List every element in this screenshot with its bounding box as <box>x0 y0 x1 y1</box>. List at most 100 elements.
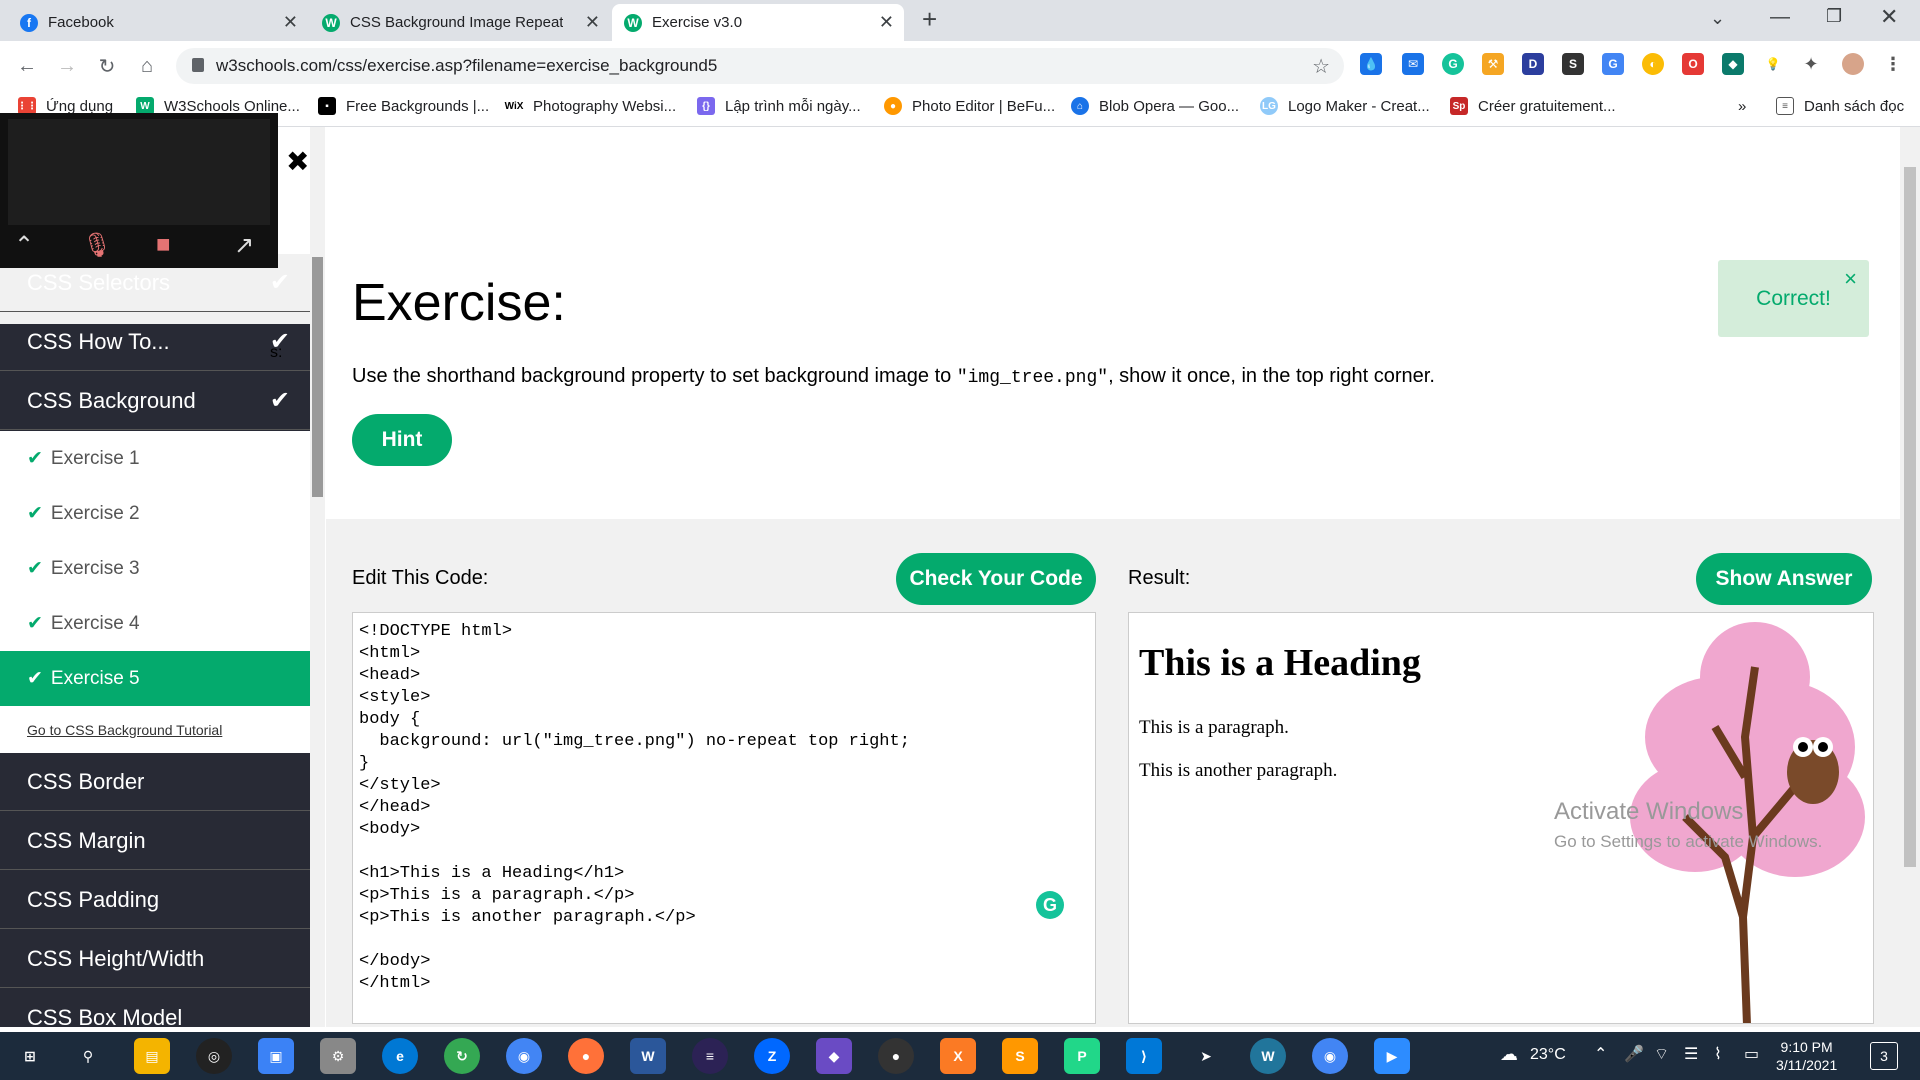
video-call-overlay[interactable]: ⌃ 🎙 ■ ↗ <box>0 113 278 268</box>
app-diamond-icon[interactable]: ◆ <box>816 1038 852 1074</box>
translate-icon[interactable]: G <box>1602 53 1624 75</box>
show-answer-button[interactable]: Show Answer <box>1696 553 1872 605</box>
github-icon[interactable]: ● <box>878 1038 914 1074</box>
vscode-icon[interactable]: ⟩ <box>1126 1038 1162 1074</box>
tab-facebook[interactable]: f Facebook ✕ <box>8 4 308 41</box>
extension-drop-icon[interactable]: 💧 <box>1360 53 1382 75</box>
grammarly-icon[interactable]: G <box>1036 891 1064 919</box>
extension-seek-icon[interactable]: S <box>1562 53 1584 75</box>
network-icon[interactable]: ⌔ <box>1654 1044 1669 1064</box>
bookmark-photo-editor[interactable]: ● Photo Editor | BeFu... <box>884 91 1055 121</box>
windows-start-icon[interactable]: ⊞ <box>12 1038 48 1074</box>
sidebar-item-css-border[interactable]: CSS Border <box>0 753 310 811</box>
cursor-app-icon[interactable]: ➤ <box>1188 1038 1224 1074</box>
new-tab-button[interactable]: + <box>922 4 937 35</box>
more-bookmarks-icon[interactable]: » <box>1738 91 1746 121</box>
chrome-profile-icon[interactable]: ◉ <box>1312 1038 1348 1074</box>
forward-icon[interactable]: → <box>52 51 82 81</box>
bookmark-blob-opera[interactable]: ⌂ Blob Opera — Goo... <box>1071 91 1239 121</box>
bookmark-free-backgrounds[interactable]: ▪ Free Backgrounds |... <box>318 91 489 121</box>
extension-tools-icon[interactable]: ⚒ <box>1482 53 1504 75</box>
bookmark-star-icon[interactable]: ☆ <box>1312 54 1330 79</box>
grammarly-icon[interactable]: G <box>1442 53 1464 75</box>
extension-green-icon[interactable]: ◆ <box>1722 53 1744 75</box>
search-icon[interactable]: ⚲ <box>70 1038 106 1074</box>
sidebar-scrollbar[interactable] <box>310 127 325 1027</box>
app-blue-icon[interactable]: ▣ <box>258 1038 294 1074</box>
page-scrollbar[interactable] <box>1900 127 1920 1027</box>
extension-bulb-icon[interactable]: 💡 <box>1762 53 1784 75</box>
microphone-icon[interactable]: 🎤 <box>1624 1044 1644 1064</box>
sidebar-item-css-height-width[interactable]: CSS Height/Width <box>0 930 310 988</box>
code-editor[interactable]: <!DOCTYPE html> <html> <head> <style> bo… <box>352 612 1096 1024</box>
camera-off-icon[interactable]: ■ <box>156 231 171 259</box>
close-window-icon[interactable]: ✕ <box>1880 4 1898 30</box>
close-tab-icon[interactable]: ✕ <box>585 12 600 33</box>
firefox-icon[interactable]: ● <box>568 1038 604 1074</box>
wifi-icon[interactable]: ⌇ <box>1714 1044 1722 1064</box>
scrollbar-thumb[interactable] <box>1904 167 1916 867</box>
keyboard-icon[interactable]: ☰ <box>1684 1044 1698 1064</box>
extension-d-icon[interactable]: D <box>1522 53 1544 75</box>
tutorial-link[interactable]: Go to CSS Background Tutorial <box>0 706 310 753</box>
xampp-icon[interactable]: X <box>940 1038 976 1074</box>
url-input[interactable]: w3schools.com/css/exercise.asp?filename=… <box>176 48 1344 84</box>
close-notification-icon[interactable]: × <box>1844 266 1857 292</box>
exercise-4-link[interactable]: ✔ Exercise 4 <box>0 596 310 651</box>
exercise-5-link[interactable]: ✔ Exercise 5 <box>0 651 310 706</box>
tab-search-icon[interactable]: ⌄ <box>1710 8 1725 29</box>
edge-icon[interactable]: e <box>382 1038 418 1074</box>
share-icon[interactable]: ↗ <box>234 231 254 260</box>
profile-avatar[interactable] <box>1842 53 1864 75</box>
zalo-icon[interactable]: Z <box>754 1038 790 1074</box>
back-icon[interactable]: ← <box>12 51 42 81</box>
close-tab-icon[interactable]: ✕ <box>283 12 298 33</box>
bookmark-creer[interactable]: Sp Créer gratuitement... <box>1450 91 1616 121</box>
word-icon[interactable]: W <box>630 1038 666 1074</box>
reload-icon[interactable]: ↻ <box>92 51 122 81</box>
bookmark-photography[interactable]: WiX Photography Websi... <box>505 91 676 121</box>
sidebar-item-css-howto[interactable]: CSS How To... ✔ <box>0 313 310 371</box>
app-settings-icon[interactable]: ⚙ <box>320 1038 356 1074</box>
app-circle-icon[interactable]: ◎ <box>196 1038 232 1074</box>
tab-exercise[interactable]: W Exercise v3.0 ✕ <box>612 4 904 41</box>
chrome-icon[interactable]: ◉ <box>506 1038 542 1074</box>
bookmark-lap-trinh[interactable]: {} Lập trình mỗi ngày... <box>697 91 861 121</box>
sublime-icon[interactable]: S <box>1002 1038 1038 1074</box>
file-explorer-icon[interactable]: ▤ <box>134 1038 170 1074</box>
eclipse-icon[interactable]: ≡ <box>692 1038 728 1074</box>
battery-icon[interactable]: ▭ <box>1744 1044 1759 1064</box>
close-sidebar-icon[interactable]: ✖ <box>286 145 309 178</box>
sidebar-item-css-margin[interactable]: CSS Margin <box>0 812 310 870</box>
maximize-icon[interactable]: ❐ <box>1826 6 1842 27</box>
scrollbar-thumb[interactable] <box>312 257 323 497</box>
zoom-icon[interactable]: ▶ <box>1374 1038 1410 1074</box>
sidebar-item-css-background[interactable]: CSS Background ✔ <box>0 372 310 430</box>
reading-list[interactable]: ≡ Danh sách đọc <box>1776 91 1904 121</box>
tab-css-background[interactable]: W CSS Background Image Repeat ✕ <box>310 4 610 41</box>
chevron-up-icon[interactable]: ⌃ <box>14 231 34 260</box>
sidebar-item-css-padding[interactable]: CSS Padding <box>0 871 310 929</box>
minimize-icon[interactable]: — <box>1770 6 1790 29</box>
wordpress-icon[interactable]: W <box>1250 1038 1286 1074</box>
hint-button[interactable]: Hint <box>352 414 452 466</box>
mic-off-icon[interactable]: 🎙 <box>82 231 112 260</box>
close-tab-icon[interactable]: ✕ <box>879 12 894 33</box>
extension-office-icon[interactable]: O <box>1682 53 1704 75</box>
exercise-3-link[interactable]: ✔ Exercise 3 <box>0 541 310 596</box>
check-code-button[interactable]: Check Your Code <box>896 553 1096 605</box>
app-green-icon[interactable]: ↻ <box>444 1038 480 1074</box>
extension-circle-icon[interactable]: ◐ <box>1642 53 1664 75</box>
home-icon[interactable]: ⌂ <box>132 51 162 81</box>
extension-mail-icon[interactable]: ✉ <box>1402 53 1424 75</box>
notifications-badge[interactable]: 3 <box>1870 1042 1898 1070</box>
exercise-2-link[interactable]: ✔ Exercise 2 <box>0 486 310 541</box>
weather-temp[interactable]: 23°C <box>1530 1046 1566 1064</box>
exercise-1-link[interactable]: ✔ Exercise 1 <box>0 431 310 486</box>
pycharm-icon[interactable]: P <box>1064 1038 1100 1074</box>
chevron-up-icon[interactable]: ⌃ <box>1594 1044 1607 1064</box>
clock[interactable]: 9:10 PM 3/11/2021 <box>1776 1038 1837 1074</box>
extensions-puzzle-icon[interactable]: ✦ <box>1800 53 1822 75</box>
bookmark-logo-maker[interactable]: LG Logo Maker - Creat... <box>1260 91 1430 121</box>
menu-kebab-icon[interactable]: ⋮ <box>1882 53 1904 75</box>
